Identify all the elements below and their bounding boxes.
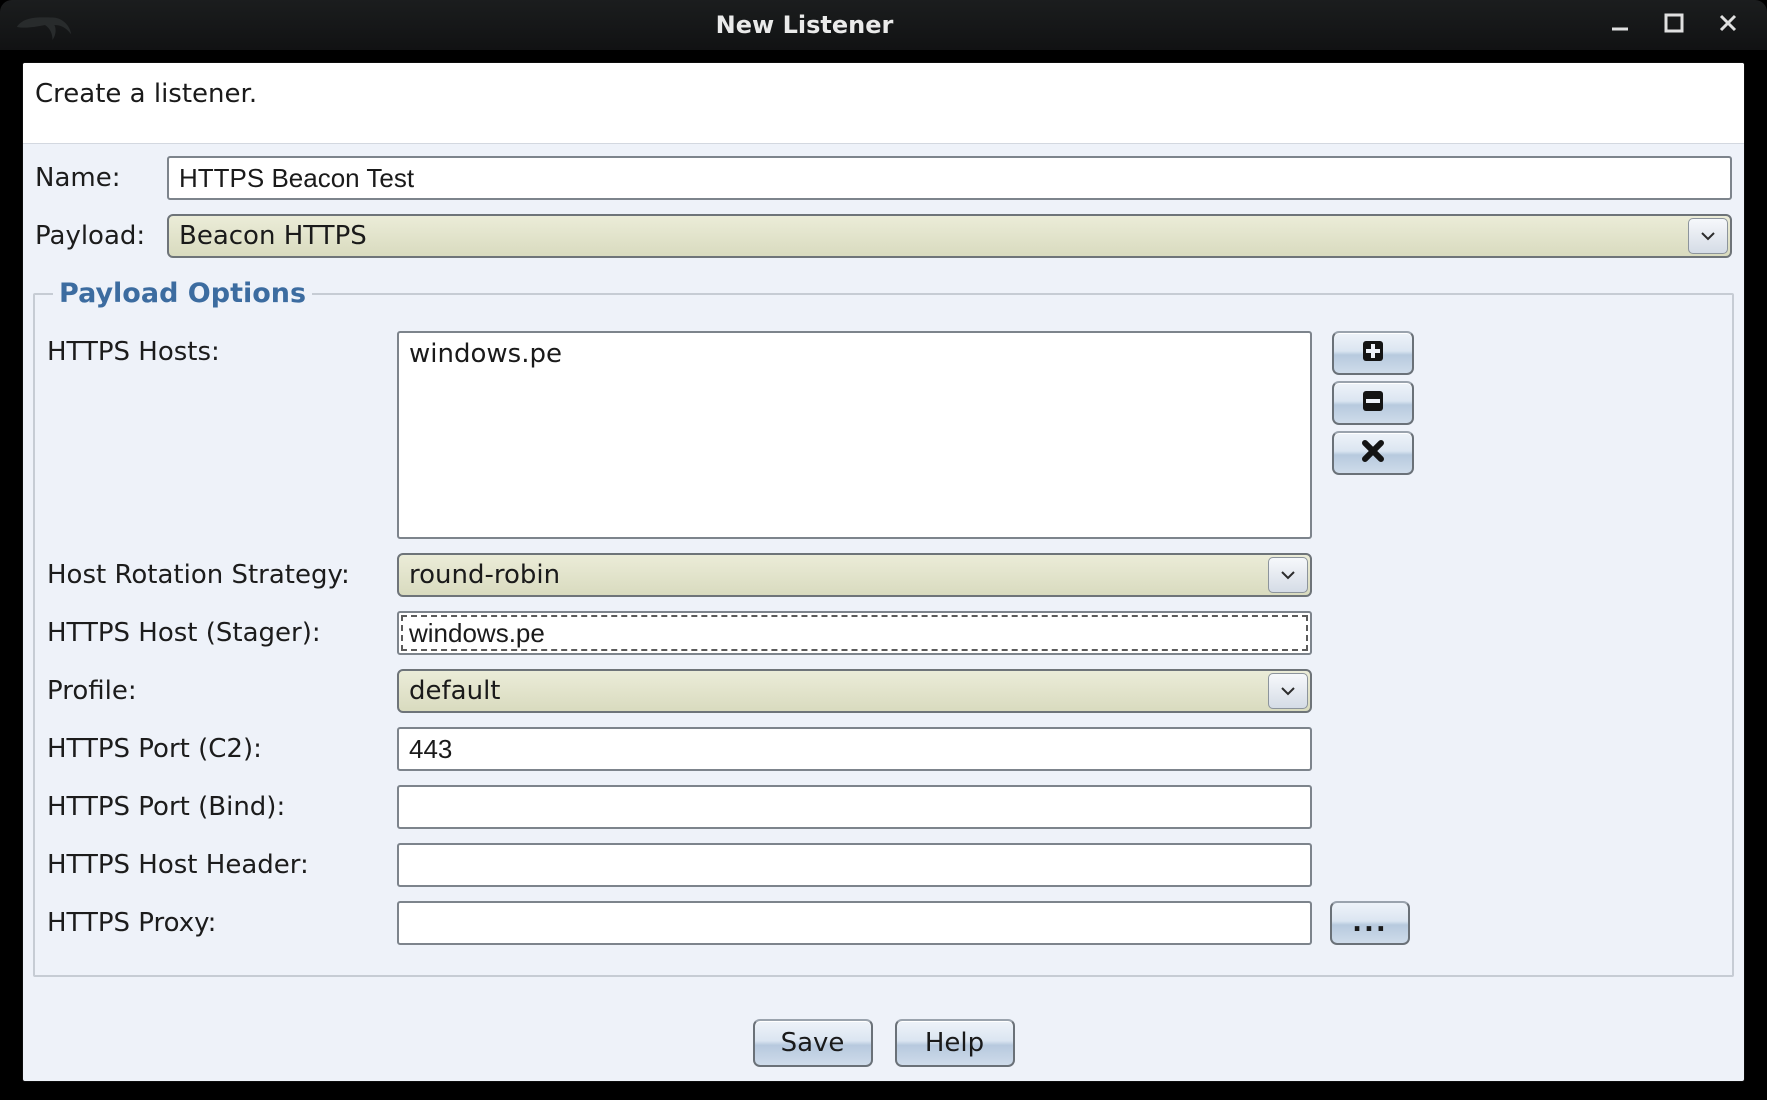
host-header-label: HTTPS Host Header:	[47, 850, 397, 880]
profile-combo[interactable]: default	[397, 669, 1312, 713]
proxy-browse-button[interactable]: ...	[1330, 901, 1410, 945]
payload-combo[interactable]: Beacon HTTPS	[167, 214, 1732, 258]
window-title: New Listener	[0, 11, 1609, 39]
payload-combo-value: Beacon HTTPS	[179, 221, 367, 251]
help-button[interactable]: Help	[895, 1019, 1015, 1067]
host-rotation-combo[interactable]: round-robin	[397, 553, 1312, 597]
client-area: Create a listener. Name: Payload: Beacon…	[22, 62, 1745, 1082]
chevron-down-icon	[1268, 557, 1308, 593]
payload-options-legend: Payload Options	[53, 278, 312, 309]
profile-value: default	[409, 676, 500, 706]
kali-logo-icon	[10, 0, 80, 50]
host-rotation-value: round-robin	[409, 560, 560, 590]
host-header-input[interactable]	[397, 843, 1312, 887]
window-frame: New Listener Create a listener. Name: Pa…	[0, 0, 1767, 1100]
profile-label: Profile:	[47, 676, 397, 706]
close-icon[interactable]	[1717, 12, 1739, 38]
minus-icon	[1361, 389, 1385, 417]
port-c2-input[interactable]	[397, 727, 1312, 771]
proxy-input[interactable]	[397, 901, 1312, 945]
https-hosts-list[interactable]: windows.pe	[397, 331, 1312, 539]
host-rotation-label: Host Rotation Strategy:	[47, 560, 397, 590]
remove-host-button[interactable]	[1332, 381, 1414, 425]
port-bind-input[interactable]	[397, 785, 1312, 829]
host-stager-label: HTTPS Host (Stager):	[47, 618, 397, 648]
maximize-icon[interactable]	[1663, 12, 1685, 38]
dialog-header: Create a listener.	[23, 63, 1744, 144]
chevron-down-icon	[1268, 673, 1308, 709]
port-c2-label: HTTPS Port (C2):	[47, 734, 397, 764]
x-icon	[1361, 439, 1385, 467]
save-button[interactable]: Save	[753, 1019, 873, 1067]
host-stager-input[interactable]	[397, 611, 1312, 655]
name-label: Name:	[35, 163, 167, 193]
add-host-button[interactable]	[1332, 331, 1414, 375]
minimize-icon[interactable]	[1609, 12, 1631, 38]
https-hosts-item: windows.pe	[409, 339, 562, 369]
titlebar: New Listener	[0, 0, 1767, 50]
https-hosts-label: HTTPS Hosts:	[47, 331, 397, 367]
chevron-down-icon	[1688, 218, 1728, 254]
proxy-label: HTTPS Proxy:	[47, 908, 397, 938]
port-bind-label: HTTPS Port (Bind):	[47, 792, 397, 822]
name-input[interactable]	[167, 156, 1732, 200]
dialog-footer: Save Help	[23, 1019, 1744, 1067]
payload-options-group: Payload Options HTTPS Hosts: windows.pe	[33, 278, 1734, 977]
clear-hosts-button[interactable]	[1332, 431, 1414, 475]
payload-label: Payload:	[35, 221, 167, 251]
plus-icon	[1361, 339, 1385, 367]
